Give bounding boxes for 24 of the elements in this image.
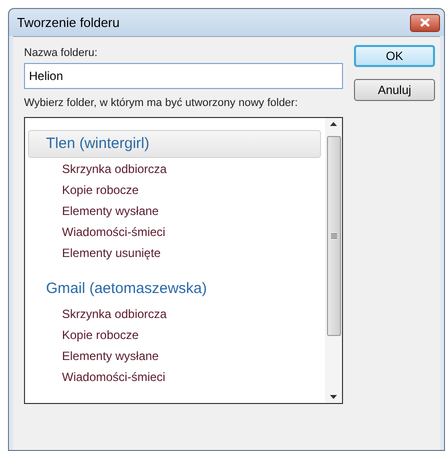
folder-item[interactable]: Skrzynka odbiorcza	[28, 158, 321, 179]
close-button[interactable]	[410, 14, 440, 32]
scrollbar-thumb[interactable]	[326, 136, 340, 336]
folder-item[interactable]: Wiadomości-śmieci	[28, 221, 321, 242]
folder-name-label: Nazwa folderu:	[24, 46, 98, 61]
scroll-up-icon[interactable]	[330, 122, 337, 126]
folder-item[interactable]: Kopie robocze	[28, 179, 321, 200]
folder-item[interactable]: Elementy wysłane	[28, 200, 321, 221]
folder-name-field[interactable]: Helion	[24, 63, 343, 89]
dialog-button[interactable]: Anuluj	[354, 79, 435, 101]
account-item[interactable]: Tlen (wintergirl)	[28, 130, 321, 158]
dialog-button[interactable]: OK	[354, 45, 435, 67]
folder-item[interactable]: Kopie robocze	[28, 324, 321, 345]
scroll-down-icon[interactable]	[330, 395, 337, 399]
folder-item[interactable]: Elementy wysłane	[28, 345, 321, 366]
close-icon	[420, 18, 430, 27]
account-item[interactable]: Gmail (aetomaszewska)	[28, 275, 321, 303]
folder-item[interactable]: Elementy usunięte	[28, 242, 321, 263]
window-title: Tworzenie folderu	[17, 14, 120, 32]
grip-icon	[330, 233, 336, 239]
folder-item[interactable]: Wiadomości-śmieci	[28, 366, 321, 387]
scrollbar[interactable]	[325, 118, 342, 403]
folder-select-label: Wybierz folder, w którym ma być utworzony nowy folder:	[24, 96, 299, 111]
folder-item[interactable]: Skrzynka odbiorcza	[28, 303, 321, 324]
